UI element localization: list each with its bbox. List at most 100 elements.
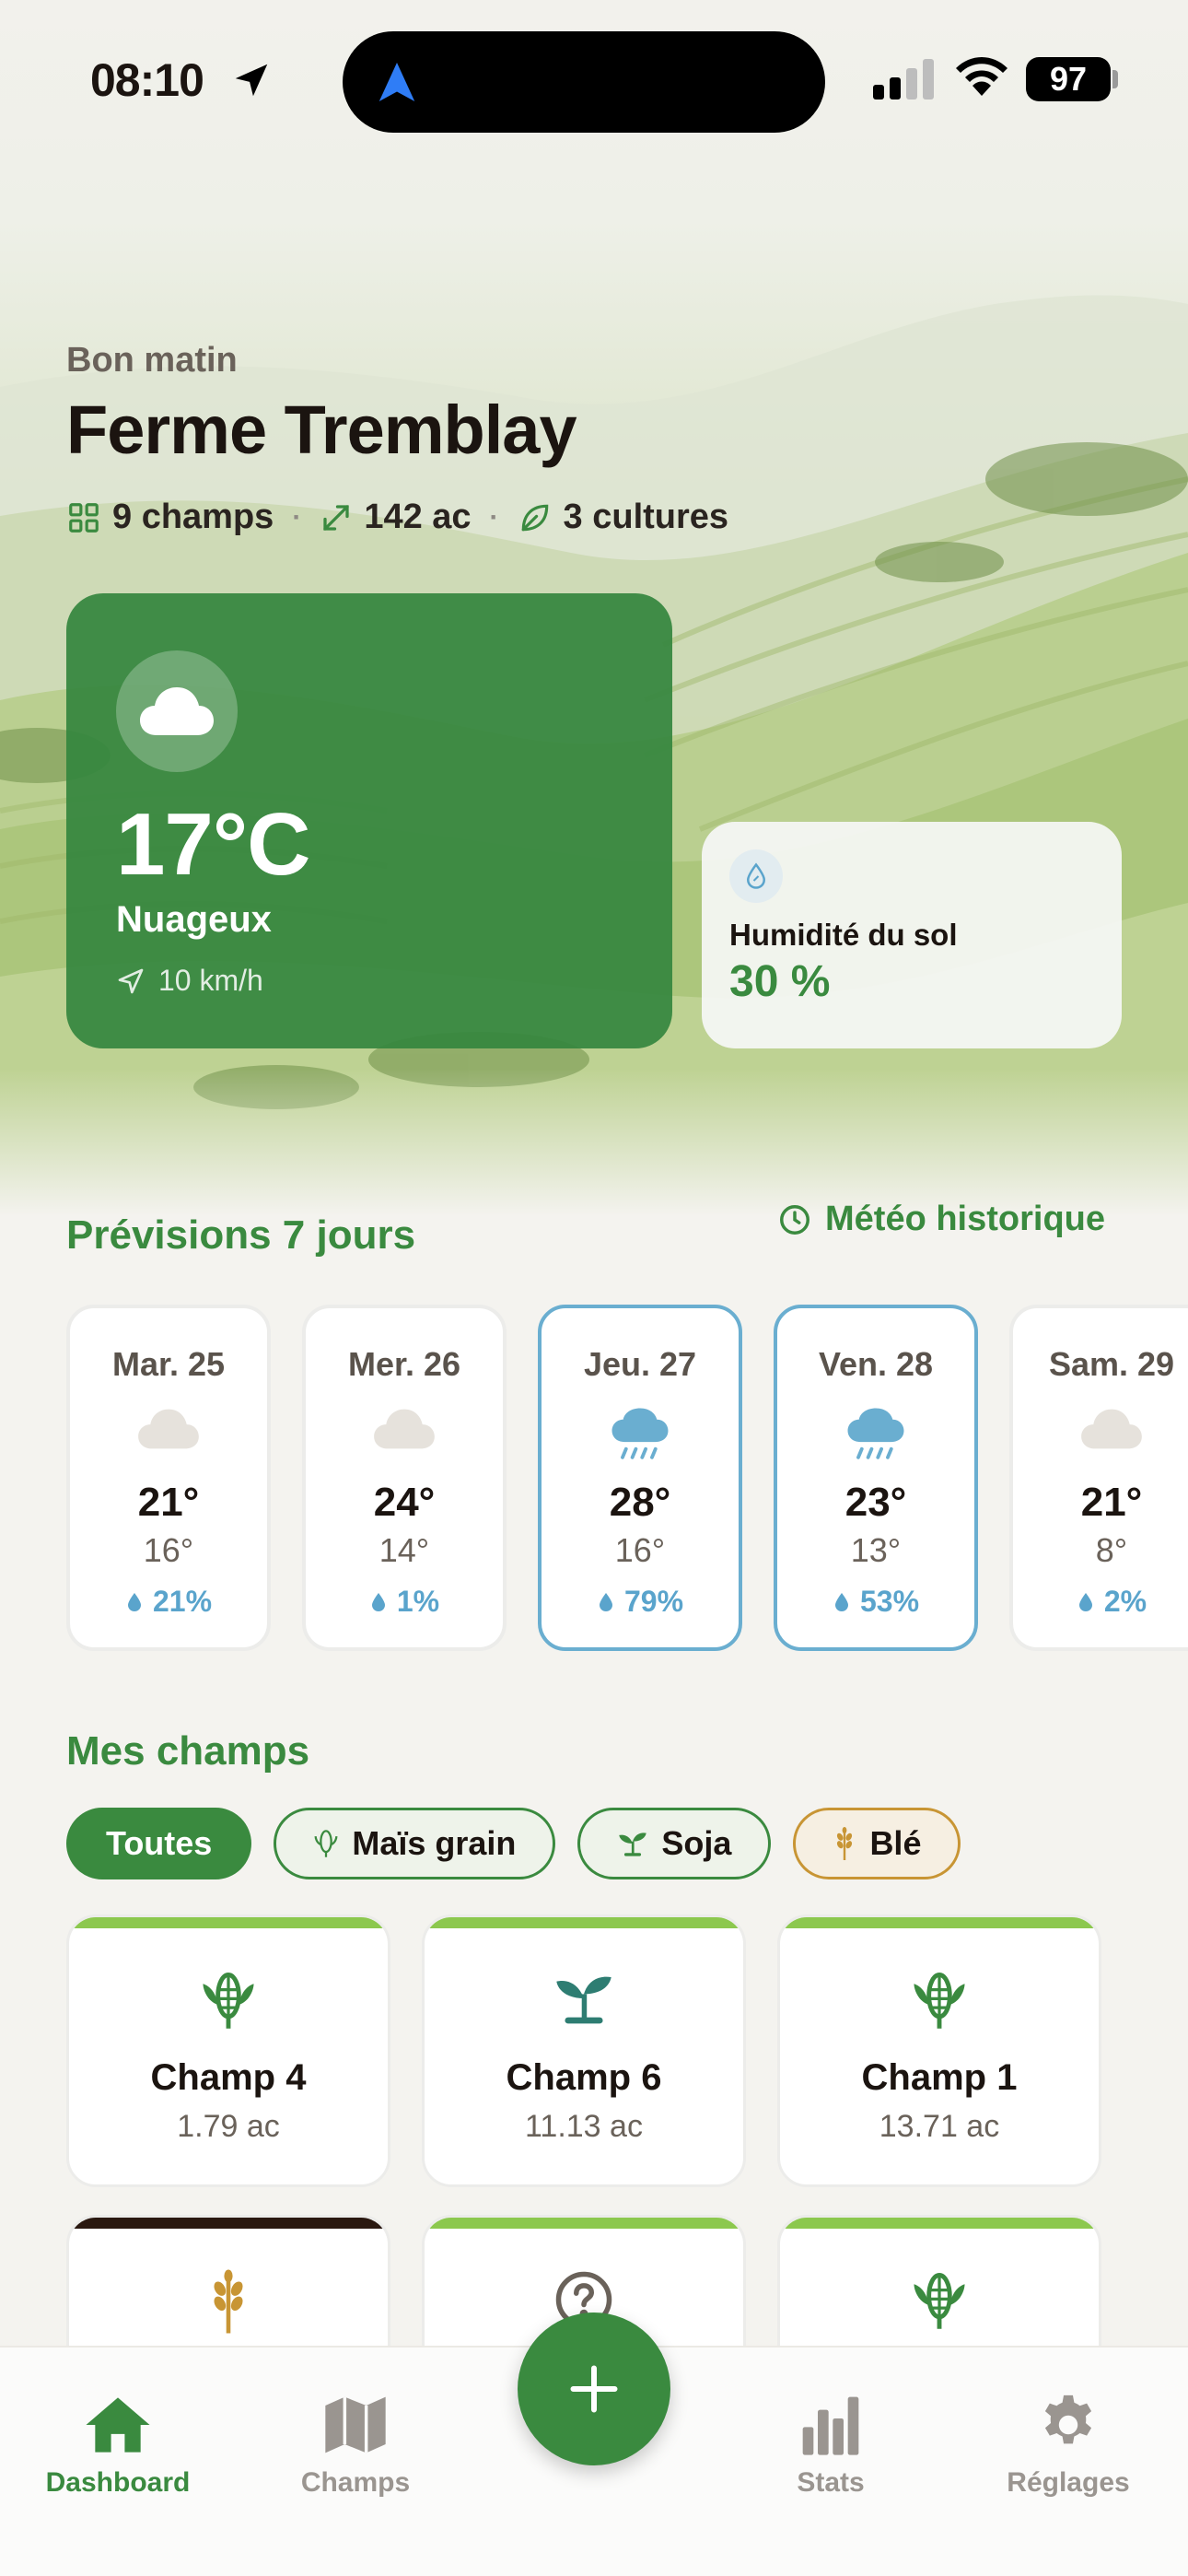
precipitation-value: 2% <box>1103 1585 1147 1618</box>
water-drop-badge <box>729 849 783 903</box>
rain-drop-icon <box>371 1592 385 1611</box>
battery-indicator: 97 <box>1026 57 1111 101</box>
filter-label: Blé <box>869 1824 922 1862</box>
leaf-icon <box>518 500 553 535</box>
field-card[interactable]: Champ 1 13.71 ac <box>777 1914 1101 2187</box>
crop-filters: Toutes Maïs grain Soja Blé <box>66 1808 961 1879</box>
day-precipitation: 79% <box>542 1585 739 1619</box>
day-low-temp: 16° <box>143 1531 194 1569</box>
fields-count: 9 champs <box>112 498 274 536</box>
field-card[interactable] <box>777 2215 1101 2348</box>
tab-label: Dashboard <box>45 2467 191 2498</box>
tab-stats[interactable]: Stats <box>729 2388 932 2499</box>
fields-grid: Champ 4 1.79 ac Champ 6 11.13 ac Champ 1… <box>66 1914 1116 2348</box>
my-fields-title: Mes champs <box>66 1728 310 1774</box>
precipitation-value: 79% <box>623 1585 684 1618</box>
field-area: 1.79 ac <box>177 2109 280 2144</box>
separator-dot: · <box>489 501 499 533</box>
cloud-icon <box>374 1409 435 1449</box>
forecast-day-card[interactable]: Ven. 28 23° 13° 53% <box>774 1305 978 1651</box>
navigation-arrow-icon <box>379 63 415 101</box>
soil-moisture-card[interactable]: Humidité du sol 30 % <box>702 822 1122 1048</box>
bar-chart-icon <box>802 2396 859 2455</box>
map-icon <box>325 2396 386 2453</box>
filter-wheat-chip[interactable]: Blé <box>793 1808 961 1879</box>
field-name: Champ 1 <box>861 2057 1018 2098</box>
day-high-temp: 23° <box>844 1480 907 1525</box>
rain-drop-icon <box>127 1592 141 1611</box>
day-precipitation: 53% <box>777 1585 974 1619</box>
plus-icon <box>570 2365 618 2413</box>
location-arrow-icon <box>235 64 268 97</box>
tab-fields[interactable]: Champs <box>254 2388 457 2499</box>
day-precipitation: 21% <box>70 1585 267 1619</box>
day-high-temp: 21° <box>1080 1480 1143 1525</box>
weather-condition: Nuageux <box>116 899 272 940</box>
forecast-day-card[interactable]: Mar. 25 21° 16° 21% <box>66 1305 271 1651</box>
weather-history-label: Météo historique <box>825 1200 1106 1238</box>
status-time: 08:10 <box>90 54 204 106</box>
wheat-icon <box>214 2269 243 2334</box>
filter-corn-chip[interactable]: Maïs grain <box>274 1808 556 1879</box>
filter-soy-chip[interactable]: Soja <box>577 1808 772 1879</box>
corn-icon <box>203 1973 254 2029</box>
day-name: Mer. 26 <box>347 1345 461 1383</box>
tab-label: Stats <box>797 2467 865 2498</box>
wind-speed-value: 10 km/h <box>158 964 263 997</box>
field-name: Champ 4 <box>150 2057 307 2098</box>
corn-icon <box>914 1973 965 2029</box>
tab-settings[interactable]: Réglages <box>967 2388 1170 2499</box>
day-name: Mar. 25 <box>111 1345 226 1383</box>
day-low-temp: 8° <box>1095 1531 1128 1569</box>
field-name: Champ 6 <box>506 2057 662 2098</box>
signal-icon <box>873 59 934 100</box>
forecast-day-card[interactable]: Sam. 29 21° 8° 2% <box>1009 1305 1188 1651</box>
water-drop-icon <box>746 862 766 889</box>
filter-label: Soja <box>661 1824 732 1862</box>
weather-history-link[interactable]: Météo historique <box>777 1200 1105 1239</box>
current-weather-card[interactable]: 17°C Nuageux 10 km/h <box>66 593 672 1048</box>
forecast-title: Prévisions 7 jours <box>66 1212 416 1258</box>
forecast-day-card[interactable]: Jeu. 27 28° 16° 79% <box>538 1305 742 1651</box>
day-high-temp: 21° <box>137 1480 200 1525</box>
rain-cloud-icon <box>847 1408 904 1459</box>
add-button[interactable] <box>518 2313 670 2465</box>
day-name: Ven. 28 <box>818 1345 934 1383</box>
current-temperature: 17°C <box>116 795 310 894</box>
tab-label: Réglages <box>1007 2467 1130 2498</box>
wind-speed: 10 km/h <box>116 964 263 998</box>
field-status-bar <box>425 1917 743 1928</box>
clock-icon <box>780 1204 809 1235</box>
wheat-icon <box>837 1827 853 1860</box>
field-card[interactable]: Champ 4 1.79 ac <box>66 1914 390 2187</box>
field-area: 13.71 ac <box>879 2109 1000 2144</box>
forecast-list[interactable]: Mar. 25 21° 16° 21% Mer. 26 24° 14° 1% J… <box>66 1305 1188 1651</box>
day-low-temp: 14° <box>379 1531 430 1569</box>
cloud-icon <box>1081 1409 1142 1449</box>
greeting: Bon matin <box>66 341 238 380</box>
gear-icon <box>1044 2395 1092 2444</box>
rain-drop-icon <box>599 1592 612 1611</box>
home-icon <box>86 2397 150 2453</box>
cloud-icon <box>140 687 214 735</box>
field-status-bar <box>69 1917 388 1928</box>
field-card[interactable]: Champ 6 11.13 ac <box>422 1914 746 2187</box>
corn-icon <box>314 1830 338 1857</box>
day-low-temp: 13° <box>850 1531 902 1569</box>
day-name: Sam. 29 <box>1048 1345 1175 1383</box>
day-precipitation: 1% <box>306 1585 503 1619</box>
field-status-bar <box>69 2218 388 2229</box>
day-high-temp: 24° <box>373 1480 436 1525</box>
field-status-bar <box>780 2218 1099 2229</box>
tab-dashboard[interactable]: Dashboard <box>17 2388 219 2499</box>
farm-name: Ferme Tremblay <box>66 392 577 468</box>
battery-tip <box>1112 70 1118 88</box>
day-precipitation: 2% <box>1013 1585 1188 1619</box>
farm-stats: 9 champs · 142 ac · 3 cultures <box>66 498 728 537</box>
grid-icon <box>66 500 101 535</box>
forecast-day-card[interactable]: Mer. 26 24° 14° 1% <box>302 1305 507 1651</box>
corn-icon <box>914 2273 965 2329</box>
filter-all-chip[interactable]: Toutes <box>66 1808 252 1879</box>
rain-drop-icon <box>834 1592 848 1611</box>
field-card[interactable] <box>66 2215 390 2348</box>
